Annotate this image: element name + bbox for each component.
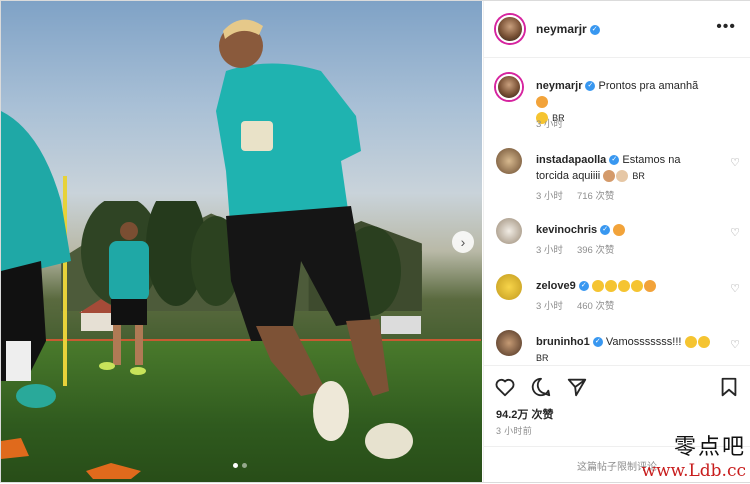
caption-row: neymarjr ✓ Pronto​s pra amanhã BR 3 小时 — [496, 74, 736, 134]
post-username[interactable]: neymarjr ✓ — [536, 22, 600, 36]
avatar[interactable] — [496, 148, 522, 174]
verified-icon: ✓ — [585, 81, 596, 92]
like-heart-icon[interactable] — [494, 376, 516, 398]
fire-emoji-icon — [536, 96, 548, 109]
comment-likes[interactable]: 716 次赞 — [577, 191, 615, 202]
verified-icon: ✓ — [600, 225, 611, 236]
clap-emoji-icon — [697, 336, 710, 349]
comment-text: Vamosssssss!!! — [605, 336, 682, 348]
raised-hands-emoji-icon — [630, 280, 643, 293]
verified-icon: ✓ — [609, 155, 620, 166]
flag-br: BR — [536, 353, 549, 363]
hand-emoji-icon — [603, 170, 616, 183]
comment-time: 3 小时 — [536, 245, 563, 256]
post-photo[interactable]: › — [1, 1, 482, 482]
raised-hands-emoji-icon — [604, 280, 617, 293]
avatar[interactable] — [496, 15, 524, 43]
avatar[interactable] — [496, 330, 522, 356]
comment-time: 3 小时 — [536, 191, 563, 202]
more-options-icon[interactable]: ••• — [716, 18, 736, 36]
fire-emoji-icon — [613, 224, 626, 237]
heart-icon[interactable]: ♡ — [730, 338, 740, 351]
caption-username[interactable]: neymarjr — [536, 80, 582, 92]
watermark: 零点吧 www.Ldb.cc — [641, 429, 746, 481]
heart-icon[interactable]: ♡ — [730, 226, 740, 239]
chevron-right-icon: › — [460, 234, 466, 250]
bookmark-icon[interactable] — [718, 376, 740, 398]
avatar[interactable] — [496, 74, 522, 100]
comment-row: kevinochris ✓ 3 小时 396 次赞 ♡ — [496, 218, 740, 264]
comment-icon[interactable] — [530, 376, 552, 398]
comment-time: 3 小时 — [536, 301, 563, 312]
comment-username[interactable]: bruninho1 — [536, 336, 590, 348]
raised-hands-emoji-icon — [684, 336, 697, 349]
post-header: neymarjr ✓ ••• — [484, 1, 750, 58]
next-image-button[interactable]: › — [452, 231, 474, 253]
verified-icon: ✓ — [578, 281, 589, 292]
heart-icon[interactable]: ♡ — [730, 282, 740, 295]
raised-hands-emoji-icon — [591, 280, 604, 293]
carousel-dot — [233, 463, 238, 468]
watermark-url: www.Ldb.cc — [641, 461, 746, 481]
comment-likes[interactable]: 460 次赞 — [577, 301, 615, 312]
caption-time: 3 小时 — [536, 119, 563, 130]
post-side-panel: neymarjr ✓ ••• neymarjr ✓ Pronto​s pra ama… — [483, 1, 750, 482]
like-count[interactable]: 94.2万 次赞 — [496, 406, 553, 422]
comment-row: zelove9 ✓ 3 小时 460 次赞 ♡ — [496, 274, 740, 320]
flag-br: BR — [632, 171, 645, 181]
caption-text: Pronto​s pra amanhã — [598, 80, 699, 92]
comment-meta: 3 小时 396 次赞 — [536, 242, 628, 256]
post-time[interactable]: 3 小时前 — [496, 424, 532, 437]
comment-meta: 3 小时 460 次赞 — [536, 298, 628, 312]
players-illustration — [1, 19, 413, 479]
comment-meta: 3 小时 716 次赞 — [536, 188, 628, 202]
share-icon[interactable] — [566, 376, 588, 398]
watermark-title: 零点吧 — [673, 435, 746, 460]
raised-hands-emoji-icon — [617, 280, 630, 293]
heart-icon[interactable]: ♡ — [730, 156, 740, 169]
avatar[interactable] — [496, 218, 522, 244]
carousel-dot — [242, 463, 247, 468]
comment-likes[interactable]: 396 次赞 — [577, 245, 615, 256]
comment-row: instadapaolla ✓ Estamos na torcida aquiii… — [496, 148, 740, 204]
verified-icon: ✓ — [589, 24, 600, 35]
pray-emoji-icon — [616, 170, 629, 183]
comment-username[interactable]: kevinochris — [536, 224, 597, 236]
comment-username[interactable]: instadapaolla — [536, 154, 606, 166]
avatar[interactable] — [496, 274, 522, 300]
caption-meta: 3 小时 — [536, 116, 577, 130]
fire-emoji-icon — [643, 280, 656, 293]
verified-icon: ✓ — [592, 337, 603, 348]
comments-list: neymarjr ✓ Pronto​s pra amanhã BR 3 小时 in… — [484, 58, 750, 364]
carousel-indicator — [233, 463, 247, 468]
comment-username[interactable]: zelove9 — [536, 280, 576, 292]
comment-row: bruninho1 ✓ Vamosssssss!!! BR ♡ — [496, 330, 740, 364]
